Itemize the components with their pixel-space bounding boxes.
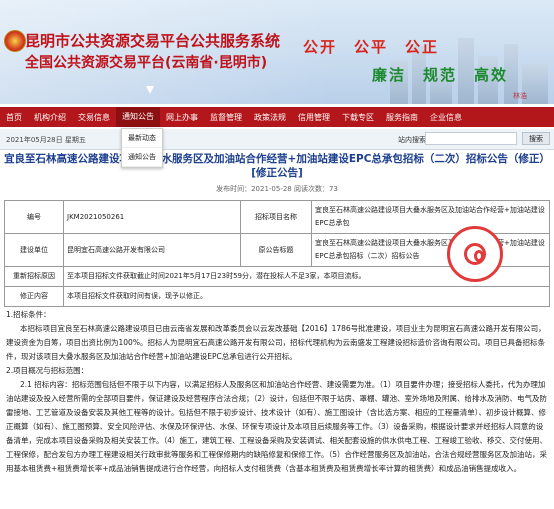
dropdown-item-notices[interactable]: 通知公告: [122, 148, 162, 167]
table-row: 修正内容 本项目招标文件获取时间有误，现予以修正。: [4, 286, 550, 307]
nav-trade-info[interactable]: 交易信息: [72, 112, 116, 123]
article-title: 宜良至石林高速公路建设项目大叠水服务区及加油站合作经营+加油站建设EPC总承包招…: [4, 153, 550, 179]
site-title: 昆明市公共资源交易平台公共服务系统: [25, 32, 281, 50]
seal-ring: [474, 250, 484, 262]
section-heading: 2.项目概况与招标范围：: [6, 366, 89, 375]
banner-stamp: 林浩: [513, 92, 527, 100]
orig-title-label: 原公告标题: [240, 233, 312, 267]
nav-company-info[interactable]: 企业信息: [424, 112, 468, 123]
project-name-value: 宜良至石林高速公路建设项目大叠水服务区及加油站合作经营+加油站建设EPC总承包: [311, 200, 550, 234]
section-heading: 1.招标条件：: [6, 310, 51, 319]
project-name-label: 招标项目名称: [240, 200, 312, 234]
slogan-fairness: 公开 公平 公正: [303, 38, 440, 56]
site-banner: 昆明市公共资源交易平台公共服务系统 全国公共资源交易平台(云南省·昆明市) 公开…: [0, 0, 554, 104]
nav-guide[interactable]: 服务指南: [380, 112, 424, 123]
mouse-cursor-icon: [146, 86, 154, 94]
nav-downloads[interactable]: 下载专区: [336, 112, 380, 123]
number-label: 编号: [4, 200, 64, 234]
article-meta: 发布时间：2021-05-28 阅读次数：73: [216, 185, 338, 193]
main-nav: 首页 机构介绍 交易信息 通知公告 网上办事 监督管理 政策法规 信用管理 下载…: [0, 107, 554, 127]
notices-dropdown: 最新动态 通知公告: [121, 128, 163, 168]
content-label: 修正内容: [4, 286, 64, 307]
info-bar: 2021年05月28日 星期五 站内搜索 搜索: [0, 129, 554, 150]
unit-value: 昆明宜石高速公路开发有限公司: [63, 233, 241, 267]
nav-home[interactable]: 首页: [0, 112, 28, 123]
nav-credit[interactable]: 信用管理: [292, 112, 336, 123]
reason-label: 重新招标原因: [4, 266, 64, 287]
unit-label: 建设单位: [4, 233, 64, 267]
search-label: 站内搜索: [398, 136, 426, 144]
nav-policy[interactable]: 政策法规: [248, 112, 292, 123]
seal-ring: [464, 243, 486, 265]
watermark-seal-icon: [447, 226, 503, 282]
search-input[interactable]: [425, 132, 517, 145]
nav-supervision[interactable]: 监督管理: [204, 112, 248, 123]
nav-notices[interactable]: 通知公告: [116, 107, 160, 127]
paragraph: 本招标项目宜良至石林高速公路建设项目已由云南省发展和改革委员会以云发改基础【20…: [6, 324, 546, 361]
emblem-icon: [4, 30, 26, 52]
number-value: JKM2021050261: [63, 200, 241, 234]
nav-online-service[interactable]: 网上办事: [160, 112, 204, 123]
article-body: 1.招标条件： 本招标项目宜良至石林高速公路建设项目已由云南省发展和改革委员会以…: [6, 308, 548, 476]
nav-about[interactable]: 机构介绍: [28, 112, 72, 123]
orig-title-value: 宜良至石林高速公路建设项目大叠水服务区及加油站合作经营+加油站建设EPC总承包招…: [311, 233, 550, 267]
content-value: 本项目招标文件获取时间有误，现予以修正。: [63, 286, 550, 307]
search-button[interactable]: 搜索: [522, 132, 550, 145]
paragraph: 2.1 招标内容：招标范围包括但不限于以下内容，以满足招标人及服务区和加油站合作…: [6, 380, 548, 473]
slogan-integrity: 廉洁 规范 高效: [372, 66, 509, 84]
dropdown-item-latest[interactable]: 最新动态: [122, 129, 162, 148]
site-subtitle: 全国公共资源交易平台(云南省·昆明市): [25, 55, 268, 71]
current-date: 2021年05月28日 星期五: [6, 136, 86, 144]
